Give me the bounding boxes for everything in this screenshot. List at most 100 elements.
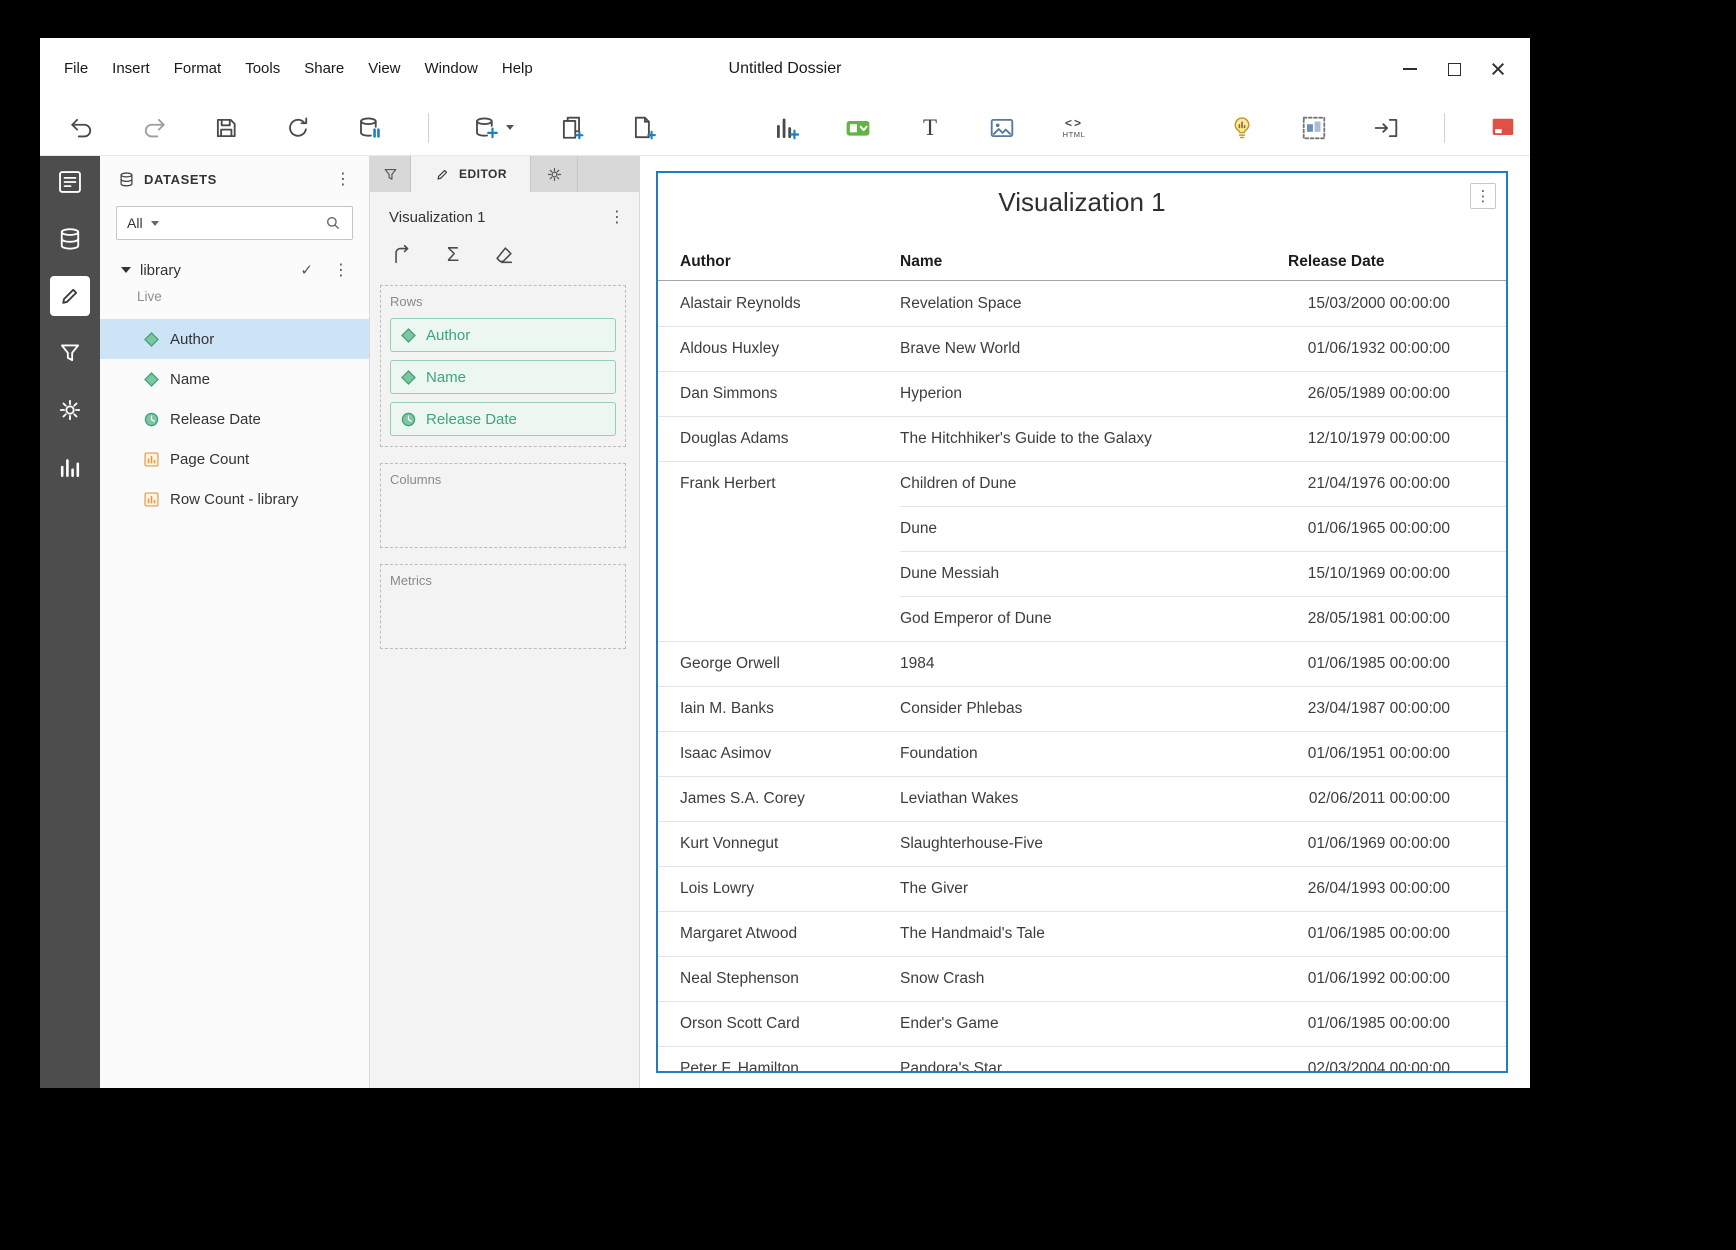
dataset-menu-kebab-icon[interactable]: ⋮ (313, 260, 353, 280)
date-icon (144, 412, 159, 427)
group-objects-icon[interactable] (1300, 111, 1328, 145)
column-header-author[interactable]: Author (658, 243, 900, 280)
attribute-icon (144, 372, 159, 387)
menu-file[interactable]: File (52, 38, 100, 100)
table-row: Isaac AsimovFoundation01/06/1951 00:00:0… (658, 731, 1506, 776)
toolbar: T <>HTML (40, 100, 1530, 156)
rows-zone-items: Author Name Release Date (390, 318, 616, 436)
table-cell: Ender's Game (900, 1001, 1288, 1046)
filter-tab[interactable] (370, 156, 411, 192)
expand-triangle-icon[interactable] (121, 267, 131, 273)
dataset-item-author[interactable]: Author (100, 319, 369, 359)
menu-tools[interactable]: Tools (233, 38, 292, 100)
totals-sigma-icon[interactable]: Σ (440, 242, 466, 268)
row-chip-name[interactable]: Name (390, 360, 616, 394)
menu-view[interactable]: View (356, 38, 412, 100)
redo-icon[interactable] (140, 111, 168, 145)
chip-label: Author (426, 327, 470, 344)
table-cell (658, 596, 900, 641)
play-presentation-icon[interactable] (1489, 111, 1517, 145)
rail-settings-icon[interactable] (50, 390, 90, 430)
add-dataset-icon[interactable] (473, 111, 514, 145)
dataset-search-box[interactable]: All (116, 206, 353, 240)
minimize-button[interactable] (1392, 52, 1428, 86)
dataset-library-row[interactable]: library ✓ ⋮ (100, 256, 369, 284)
chevron-down-icon[interactable] (151, 221, 159, 226)
swap-axes-icon[interactable] (389, 242, 415, 268)
visualization-menu-kebab-icon[interactable]: ⋮ (607, 207, 627, 227)
rail-contents-icon[interactable] (50, 162, 90, 202)
insert-image-icon[interactable] (988, 111, 1016, 145)
chevron-down-icon[interactable] (506, 125, 514, 130)
rail-datasets-icon[interactable] (50, 219, 90, 259)
menu-window[interactable]: Window (413, 38, 490, 100)
column-header-name[interactable]: Name (900, 243, 1288, 280)
insert-visualization-icon[interactable] (772, 111, 800, 145)
table-cell: 01/06/1932 00:00:00 (1288, 326, 1506, 371)
attribute-icon (401, 328, 416, 343)
rail-filter-icon[interactable] (50, 333, 90, 373)
table-row: Kurt VonnegutSlaughterhouse-Five01/06/19… (658, 821, 1506, 866)
insert-html-icon[interactable]: <>HTML (1060, 111, 1088, 145)
dataset-item-page-count[interactable]: Page Count (100, 439, 369, 479)
table-row: Orson Scott CardEnder's Game01/06/1985 0… (658, 1001, 1506, 1046)
dataset-item-name[interactable]: Name (100, 359, 369, 399)
dataset-status-icon[interactable] (356, 111, 384, 145)
table-cell: Hyperion (900, 371, 1288, 416)
dataset-item-release-date[interactable]: Release Date (100, 399, 369, 439)
table-cell (658, 551, 900, 596)
maximize-button[interactable] (1436, 52, 1472, 86)
insert-text-icon[interactable]: T (916, 111, 944, 145)
rows-zone[interactable]: Rows AuthorNameRelease Date (380, 285, 626, 447)
table-cell: Kurt Vonnegut (658, 821, 900, 866)
dataset-filter-dropdown[interactable]: All (127, 215, 143, 231)
table-cell: 26/05/1989 00:00:00 (1288, 371, 1506, 416)
menu-help[interactable]: Help (490, 38, 545, 100)
visualization-options-kebab-icon[interactable]: ⋮ (1470, 183, 1496, 209)
clear-icon[interactable] (491, 242, 517, 268)
add-page-icon[interactable] (630, 111, 658, 145)
menu-format[interactable]: Format (162, 38, 234, 100)
menu-insert[interactable]: Insert (100, 38, 162, 100)
table-cell: George Orwell (658, 641, 900, 686)
table-row: Dune01/06/1965 00:00:00 (658, 506, 1506, 551)
duplicate-page-icon[interactable] (558, 111, 586, 145)
row-chip-author[interactable]: Author (390, 318, 616, 352)
visualization-container[interactable]: ⋮ Visualization 1 AuthorNameRelease Date… (656, 171, 1508, 1073)
refresh-icon[interactable] (284, 111, 312, 145)
table-cell: Iain M. Banks (658, 686, 900, 731)
rail-editor-icon[interactable] (50, 276, 90, 316)
table-cell: Frank Herbert (658, 461, 900, 506)
table-row: James S.A. CoreyLeviathan Wakes02/06/201… (658, 776, 1506, 821)
chip-label: Release Date (426, 411, 517, 428)
table-cell: Lois Lowry (658, 866, 900, 911)
editor-tab[interactable]: EDITOR (411, 156, 531, 192)
table-cell: Dune Messiah (900, 551, 1288, 596)
columns-zone[interactable]: Columns (380, 463, 626, 548)
table-cell: 01/06/1969 00:00:00 (1288, 821, 1506, 866)
table-cell: Dan Simmons (658, 371, 900, 416)
undo-icon[interactable] (68, 111, 96, 145)
save-icon[interactable] (212, 111, 240, 145)
rail-visualizations-icon[interactable] (50, 447, 90, 487)
table-cell: 12/10/1979 00:00:00 (1288, 416, 1506, 461)
column-header-release-date[interactable]: Release Date (1288, 243, 1506, 280)
metric-icon (144, 452, 159, 467)
close-button[interactable]: × (1480, 52, 1516, 86)
insert-selector-icon[interactable] (844, 111, 872, 145)
insights-icon[interactable] (1228, 111, 1256, 145)
row-chip-release-date[interactable]: Release Date (390, 402, 616, 436)
metrics-zone[interactable]: Metrics (380, 564, 626, 649)
minimize-icon (1403, 68, 1417, 70)
window-title: Untitled Dossier (729, 60, 842, 78)
menu-share[interactable]: Share (292, 38, 356, 100)
close-icon: × (1490, 58, 1506, 80)
table-cell: Leviathan Wakes (900, 776, 1288, 821)
dataset-item-label: Author (170, 331, 214, 348)
presentation-enter-icon[interactable] (1372, 111, 1400, 145)
search-icon[interactable] (324, 214, 342, 232)
dataset-item-row-count-library[interactable]: Row Count - library (100, 479, 369, 519)
format-tab[interactable] (531, 156, 578, 192)
datasets-panel-menu-kebab-icon[interactable]: ⋮ (333, 169, 353, 189)
dataset-item-label: Row Count - library (170, 491, 298, 508)
